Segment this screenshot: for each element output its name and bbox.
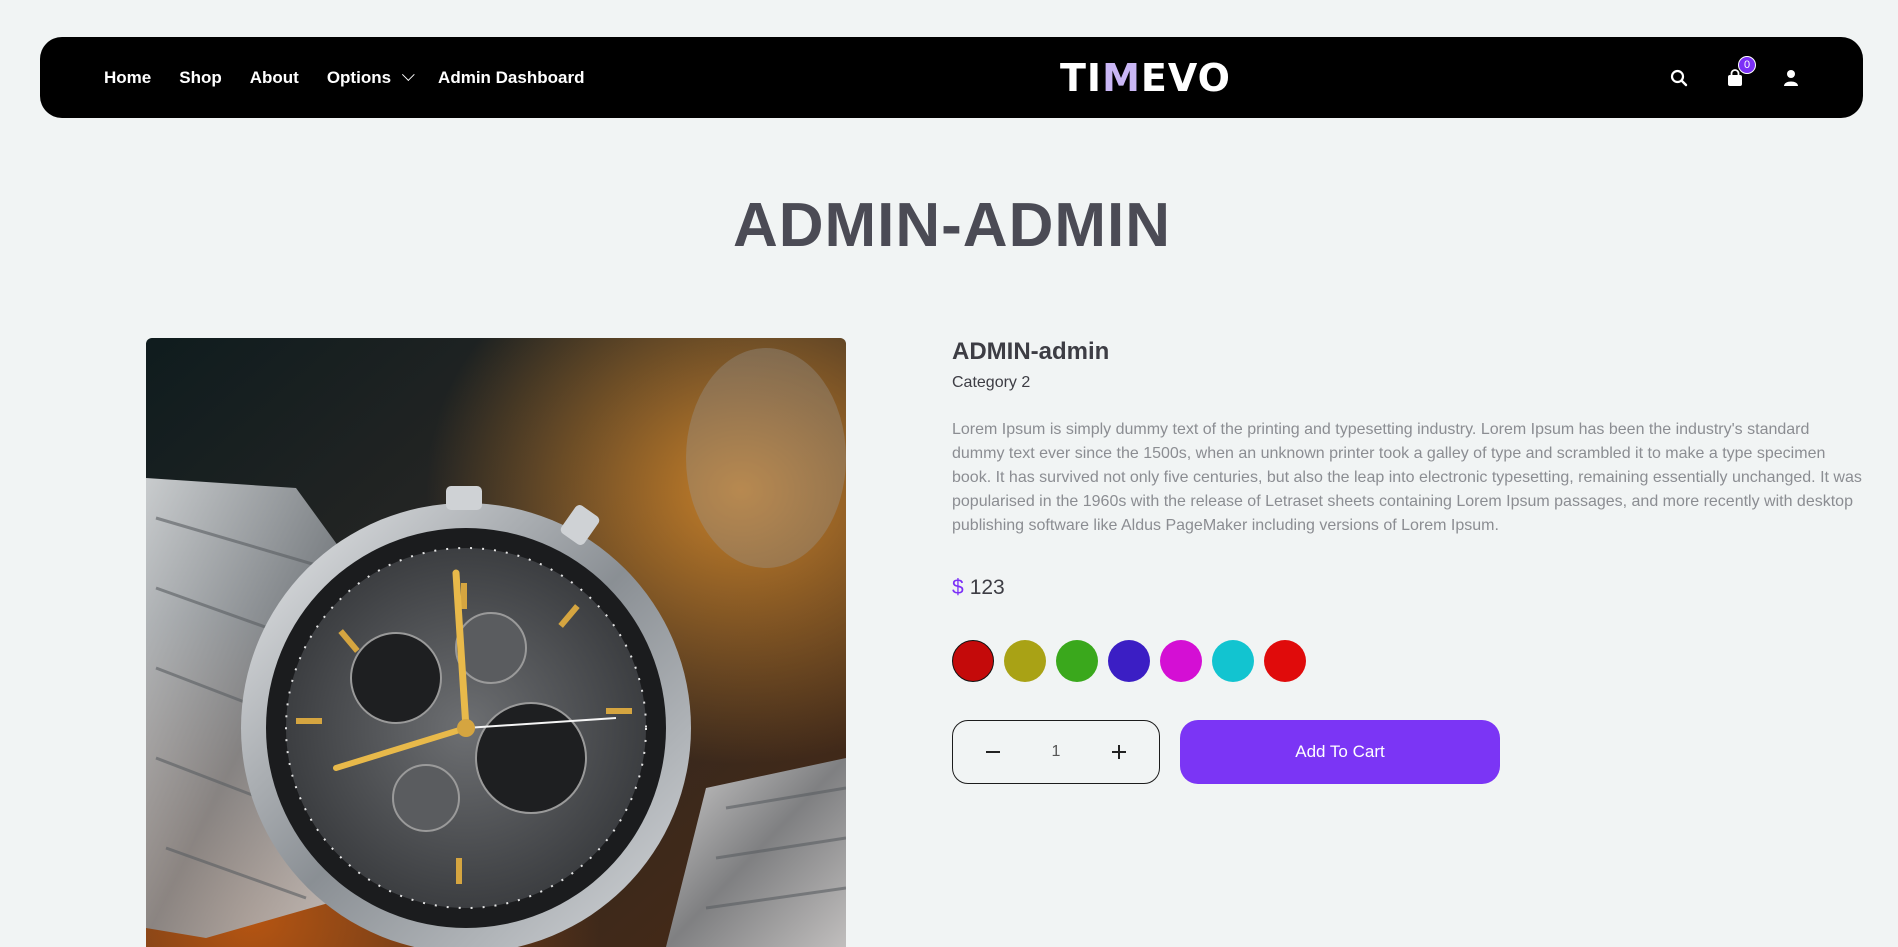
color-swatch[interactable] xyxy=(1212,640,1254,682)
nav-admin-dashboard[interactable]: Admin Dashboard xyxy=(438,68,584,88)
color-swatch[interactable] xyxy=(1264,640,1306,682)
top-navbar: Home Shop About Options Admin Dashboard … xyxy=(40,37,1863,118)
main-nav: Home Shop About Options Admin Dashboard xyxy=(104,37,612,118)
product-description: Lorem Ipsum is simply dummy text of the … xyxy=(952,421,1862,534)
nav-icons: 0 xyxy=(1635,37,1803,118)
color-swatch[interactable] xyxy=(1056,640,1098,682)
plus-icon[interactable] xyxy=(1109,742,1129,762)
logo-text-right: EVO xyxy=(1140,55,1231,100)
nav-home[interactable]: Home xyxy=(104,68,151,88)
minus-icon[interactable] xyxy=(983,742,1003,762)
product-price: $123 xyxy=(952,576,1864,600)
purchase-actions: Add To Cart xyxy=(952,720,1864,784)
product-image xyxy=(146,338,846,947)
logo-text-accent: M xyxy=(1102,55,1141,100)
product-details: ADMIN-admin Category 2 Lorem Ipsum is si… xyxy=(952,338,1864,784)
nav-options-label: Options xyxy=(326,67,392,87)
nav-shop[interactable]: Shop xyxy=(179,68,222,88)
brand-logo[interactable]: TI M EVO xyxy=(1060,55,1231,100)
add-to-cart-button[interactable]: Add To Cart xyxy=(1180,720,1500,784)
chevron-down-icon xyxy=(402,68,415,82)
user-icon[interactable] xyxy=(1779,66,1803,90)
product-name: ADMIN-admin xyxy=(952,338,1110,365)
quantity-stepper xyxy=(952,720,1160,784)
shopping-bag-icon[interactable]: 0 xyxy=(1723,55,1756,90)
nav-about[interactable]: About xyxy=(250,68,299,88)
color-swatches xyxy=(952,640,1864,682)
color-swatch[interactable] xyxy=(952,640,994,682)
nav-options[interactable]: Options xyxy=(326,67,415,88)
logo-text-left: TI xyxy=(1060,55,1103,100)
color-swatch[interactable] xyxy=(1004,640,1046,682)
price-value: 123 xyxy=(969,576,1005,599)
price-currency: $ xyxy=(952,576,964,599)
page-title: ADMIN-ADMIN xyxy=(732,191,1172,260)
color-swatch[interactable] xyxy=(1160,640,1202,682)
product-category: Category 2 xyxy=(952,374,1031,391)
quantity-input[interactable] xyxy=(1031,743,1081,761)
search-icon[interactable] xyxy=(1667,66,1691,90)
cart-count-badge: 0 xyxy=(1738,55,1756,74)
color-swatch[interactable] xyxy=(1108,640,1150,682)
